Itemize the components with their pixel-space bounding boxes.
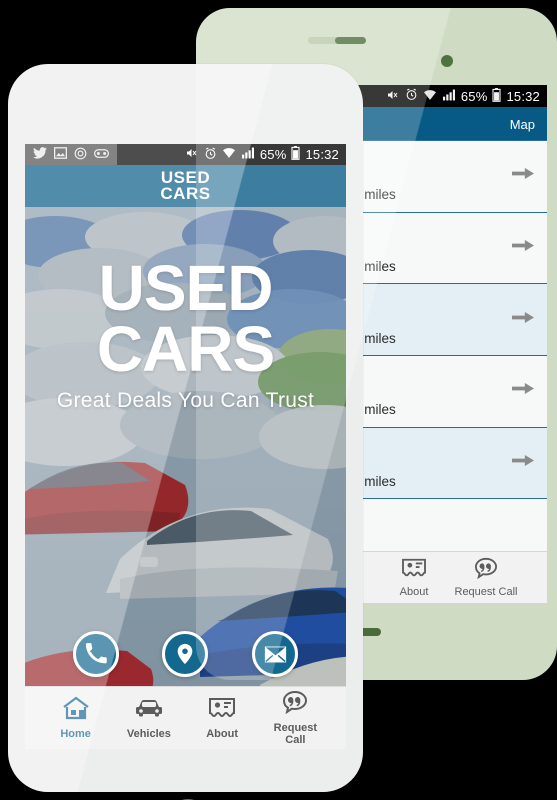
hero-title-line1: USED <box>98 252 274 324</box>
map-pin-icon <box>178 643 193 665</box>
email-button[interactable] <box>252 631 299 677</box>
map-button[interactable]: Map <box>510 117 535 132</box>
about-card-icon <box>402 558 426 577</box>
tab-request-call[interactable]: Request Call <box>264 690 326 746</box>
hero-action-buttons <box>25 631 346 677</box>
chevron-right-icon <box>512 237 534 258</box>
front-status-bar: 65% 15:32 <box>25 144 346 165</box>
about-card-icon <box>209 698 236 718</box>
tab-request-call[interactable]: Request Call <box>450 557 522 598</box>
status-right-icons: 65% 15:32 <box>184 146 346 163</box>
location-button[interactable] <box>162 631 209 677</box>
status-left-icons <box>25 144 117 165</box>
battery-percent-label: 65% <box>259 147 287 162</box>
mute-icon <box>385 89 400 104</box>
voicemail-icon <box>94 147 109 162</box>
clock-label: 15:32 <box>305 147 339 162</box>
signal-icon <box>442 89 456 104</box>
battery-percent-label: 65% <box>460 88 488 104</box>
signal-icon <box>241 147 255 162</box>
tab-label: About <box>206 728 238 740</box>
car-icon <box>135 700 162 717</box>
front-tab-bar: Home Vehicles About Request Call <box>25 686 346 749</box>
front-phone-screen: 65% 15:32 USED CARS USED CARS Great Deal… <box>25 144 346 749</box>
tab-label: About <box>399 586 429 598</box>
battery-icon <box>492 87 502 105</box>
tab-label: Vehicles <box>126 728 171 740</box>
tab-label: Home <box>60 728 91 740</box>
speech-bubble-icon <box>283 690 308 715</box>
tab-vehicles[interactable]: Vehicles <box>118 696 180 740</box>
clock-label: 15:32 <box>506 88 540 104</box>
mute-icon <box>184 147 199 162</box>
app-logo: USED CARS <box>160 169 211 203</box>
twitter-icon <box>33 147 47 162</box>
alarm-icon <box>204 147 217 163</box>
tab-about[interactable]: About <box>191 696 253 740</box>
tab-label: Request Call <box>454 586 518 598</box>
call-button[interactable] <box>72 631 119 677</box>
status-spacer <box>117 144 184 165</box>
back-phone-camera <box>441 55 453 67</box>
front-phone-device: 65% 15:32 USED CARS USED CARS Great Deal… <box>8 64 363 800</box>
wifi-icon <box>423 89 437 104</box>
chevron-right-icon <box>512 381 534 402</box>
speech-bubble-icon <box>474 557 498 580</box>
hero-banner: USED CARS Great Deals You Can Trust <box>25 207 346 707</box>
battery-icon <box>291 146 301 163</box>
home-icon <box>62 696 89 720</box>
hero-text: USED CARS Great Deals You Can Trust <box>25 252 346 413</box>
chevron-right-icon <box>512 309 534 330</box>
front-app-header: USED CARS <box>25 165 346 207</box>
alarm-icon <box>405 88 418 104</box>
back-phone-speaker-dark <box>335 37 366 44</box>
tab-about[interactable]: About <box>378 557 450 598</box>
envelope-icon <box>264 646 286 662</box>
tab-label: Request Call <box>273 722 318 746</box>
chevron-right-icon <box>512 452 534 473</box>
wifi-icon <box>222 147 236 162</box>
alarm-icon <box>74 147 87 163</box>
hero-tagline: Great Deals You Can Trust <box>56 388 315 412</box>
app-logo-line2: CARS <box>160 184 211 203</box>
hero-title-line2: CARS <box>96 312 275 385</box>
photo-icon <box>54 147 67 162</box>
tab-home[interactable]: Home <box>45 696 107 740</box>
chevron-right-icon <box>512 166 534 187</box>
phone-icon <box>85 643 107 664</box>
